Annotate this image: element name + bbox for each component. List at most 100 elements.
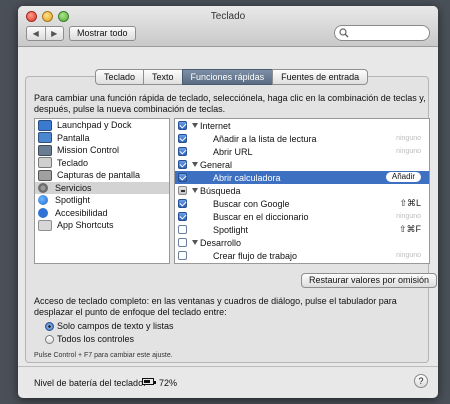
shortcut-row[interactable]: Buscar con Google ⇧⌘L bbox=[175, 197, 429, 210]
category-label: Launchpad y Dock bbox=[57, 120, 132, 131]
shortcut-checkbox[interactable] bbox=[178, 147, 187, 156]
radio-button[interactable] bbox=[45, 321, 54, 331]
navigation-buttons: ◀ ▶ bbox=[26, 26, 64, 41]
search-input[interactable] bbox=[334, 25, 430, 41]
shortcut-row[interactable]: Spotlight ⇧⌘F bbox=[175, 223, 429, 236]
shortcut-row[interactable]: Crear flujo de trabajo ninguno bbox=[175, 249, 429, 262]
battery-label: Nivel de batería del teclado: bbox=[34, 378, 146, 388]
window-title: Teclado bbox=[210, 11, 246, 22]
shortcut-label: Abrir calculadora bbox=[213, 172, 281, 183]
shortcut-checkbox[interactable] bbox=[178, 225, 187, 234]
tab-keyboard[interactable]: Teclado bbox=[95, 69, 144, 85]
shortcut-checkbox[interactable] bbox=[178, 238, 187, 247]
category-label: Spotlight bbox=[55, 195, 91, 206]
radio-label: Solo campos de texto y listas bbox=[57, 321, 174, 331]
keyboard-preferences-window: Teclado ◀ ▶ Mostrar todo Teclado Texto F… bbox=[18, 6, 438, 398]
disclosure-triangle-icon[interactable] bbox=[192, 123, 198, 128]
category-label: Capturas de pantalla bbox=[57, 170, 141, 181]
screenshot-icon bbox=[38, 169, 52, 181]
shortcut-checkbox[interactable] bbox=[178, 212, 187, 221]
shortcut-key[interactable]: ninguno bbox=[396, 148, 421, 155]
shortcut-label: Crear flujo de trabajo bbox=[213, 250, 298, 261]
shortcut-label: Spotlight bbox=[213, 224, 249, 235]
disclosure-triangle-icon[interactable] bbox=[192, 162, 198, 167]
shortcut-group-row[interactable]: Desarrollo bbox=[175, 236, 429, 249]
gear-icon bbox=[38, 182, 48, 193]
shortcut-key[interactable]: ninguno bbox=[396, 135, 421, 142]
group-label: Internet bbox=[200, 120, 231, 131]
disclosure-triangle-icon[interactable] bbox=[192, 188, 198, 193]
shortcut-list: Internet Añadir a la lista de lectura ni… bbox=[174, 118, 430, 264]
shortcut-label: Buscar en el diccionario bbox=[213, 211, 309, 222]
display-icon bbox=[38, 132, 52, 144]
back-arrow-icon[interactable]: ◀ bbox=[27, 27, 45, 40]
shortcut-checkbox[interactable] bbox=[178, 121, 187, 130]
category-item[interactable]: App Shortcuts bbox=[35, 219, 169, 232]
search-icon bbox=[339, 28, 349, 38]
intro-text: Para cambiar una función rápida de tecla… bbox=[34, 93, 426, 114]
battery-icon bbox=[142, 378, 156, 385]
category-list: Launchpad y Dock Pantalla Mission Contro… bbox=[34, 118, 170, 264]
shortcut-key[interactable]: ⇧⌘F bbox=[399, 224, 421, 235]
shortcut-row[interactable]: Añadir a la lista de lectura ninguno bbox=[175, 132, 429, 145]
help-button[interactable]: ? bbox=[414, 374, 428, 388]
category-item[interactable]: Accesibilidad bbox=[35, 207, 169, 220]
tab-input-sources[interactable]: Fuentes de entrada bbox=[272, 69, 369, 85]
title-bar: Teclado ◀ ▶ Mostrar todo bbox=[18, 6, 438, 47]
group-label: Búsqueda bbox=[200, 185, 241, 196]
shortcut-group-row[interactable]: Búsqueda bbox=[175, 184, 429, 197]
category-item[interactable]: Capturas de pantalla bbox=[35, 169, 169, 182]
shortcut-row[interactable]: Abrir URL ninguno bbox=[175, 145, 429, 158]
shortcut-group-row[interactable]: Internet bbox=[175, 119, 429, 132]
show-all-button[interactable]: Mostrar todo bbox=[69, 26, 136, 41]
mission-control-icon bbox=[38, 144, 52, 156]
category-item-selected[interactable]: Servicios bbox=[35, 181, 169, 194]
category-label: Teclado bbox=[57, 157, 89, 168]
shortcut-key[interactable]: ⇧⌘L bbox=[399, 198, 421, 209]
full-keyboard-access-text: Acceso de teclado completo: en las venta… bbox=[34, 296, 397, 317]
category-label: Accesibilidad bbox=[55, 207, 108, 218]
shortcut-label: Buscar con Google bbox=[213, 198, 290, 209]
shortcut-hint: Pulse Control + F7 para cambiar este aju… bbox=[34, 352, 173, 359]
shortcut-row-selected[interactable]: Abrir calculadora Añadir bbox=[175, 171, 429, 184]
accessibility-icon bbox=[38, 207, 48, 218]
category-item[interactable]: Spotlight bbox=[35, 194, 169, 207]
divider bbox=[18, 366, 438, 367]
group-label: General bbox=[200, 159, 233, 170]
category-item[interactable]: Teclado bbox=[35, 157, 169, 170]
radio-label: Todos los controles bbox=[57, 334, 135, 344]
disclosure-triangle-icon[interactable] bbox=[192, 240, 198, 245]
shortcut-checkbox[interactable] bbox=[178, 173, 187, 182]
shortcut-checkbox[interactable] bbox=[178, 160, 187, 169]
category-item[interactable]: Launchpad y Dock bbox=[35, 119, 169, 132]
shortcut-label: Abrir URL bbox=[213, 146, 253, 157]
shortcut-key[interactable]: ninguno bbox=[396, 213, 421, 220]
app-shortcuts-icon bbox=[38, 219, 52, 231]
keyboard-icon bbox=[38, 157, 52, 169]
launchpad-icon bbox=[38, 119, 52, 131]
shortcut-group-row[interactable]: General bbox=[175, 158, 429, 171]
restore-defaults-button[interactable]: Restaurar valores por omisión bbox=[301, 273, 438, 288]
shortcut-checkbox[interactable] bbox=[178, 134, 187, 143]
radio-button[interactable] bbox=[45, 334, 54, 344]
category-label: App Shortcuts bbox=[57, 220, 114, 231]
tab-text[interactable]: Texto bbox=[143, 69, 182, 85]
category-label: Mission Control bbox=[57, 145, 120, 156]
category-item[interactable]: Mission Control bbox=[35, 144, 169, 157]
shortcut-row[interactable]: Buscar en el diccionario ninguno bbox=[175, 210, 429, 223]
spotlight-icon bbox=[38, 195, 48, 206]
shortcut-key[interactable]: ninguno bbox=[396, 252, 421, 259]
tab-shortcuts[interactable]: Funciones rápidas bbox=[181, 69, 273, 85]
shortcut-label: Añadir a la lista de lectura bbox=[213, 133, 317, 144]
battery-value: 72% bbox=[159, 378, 178, 388]
shortcut-checkbox[interactable] bbox=[178, 199, 187, 208]
shortcut-checkbox[interactable] bbox=[178, 251, 187, 260]
group-label: Desarrollo bbox=[200, 237, 242, 248]
category-label: Pantalla bbox=[57, 132, 90, 143]
add-shortcut-button[interactable]: Añadir bbox=[385, 172, 421, 182]
radio-all-controls[interactable]: Todos los controles bbox=[45, 333, 134, 345]
shortcut-checkbox[interactable] bbox=[178, 186, 187, 195]
category-item[interactable]: Pantalla bbox=[35, 132, 169, 145]
forward-arrow-icon[interactable]: ▶ bbox=[44, 27, 64, 40]
radio-text-fields-only[interactable]: Solo campos de texto y listas bbox=[45, 320, 174, 332]
